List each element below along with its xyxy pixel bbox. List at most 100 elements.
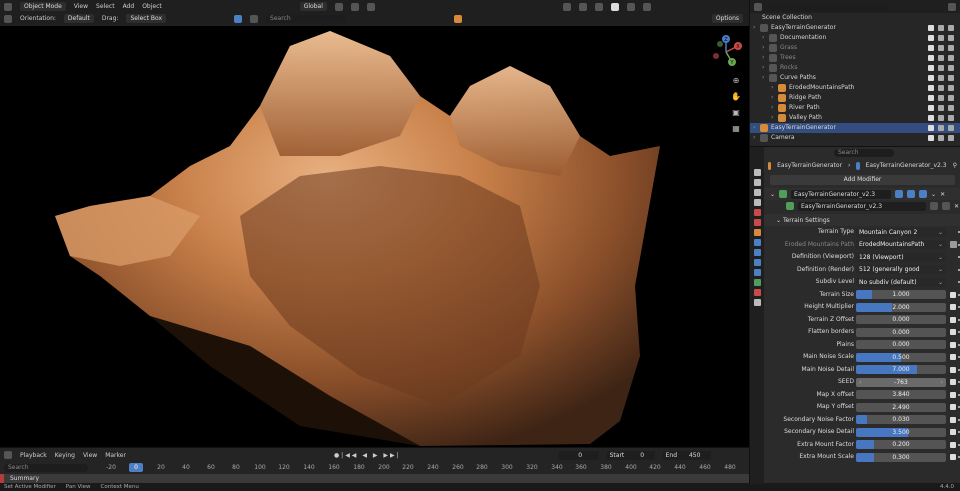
property-slider[interactable]: 1.000 [856,290,946,299]
camera-render-icon[interactable] [948,105,954,111]
outliner-row[interactable]: › Rocks [750,63,960,73]
camera-view-icon[interactable]: ▣ [731,108,741,118]
shading-solid-icon[interactable] [610,2,619,11]
property-dropdown[interactable]: ErodedMountainsPath ⌄ [856,240,946,249]
checkbox-icon[interactable] [928,125,934,131]
checkbox-icon[interactable] [928,35,934,41]
duplicate-icon[interactable] [942,202,950,210]
disclosure-chevron-icon[interactable]: › [753,133,755,143]
gizmo-toggle-icon[interactable] [578,2,587,11]
outliner-row[interactable]: › EasyTerrainGenerator [750,23,960,33]
start-frame-field[interactable]: Start 0 [606,450,655,460]
data-tab-icon[interactable] [753,279,761,286]
3d-viewport[interactable]: X Y Z ⊕ ✋ ▣ ▦ [0,26,749,447]
disclosure-chevron-icon[interactable]: › [771,103,773,113]
menu-object[interactable]: Object [142,3,162,10]
viewport-toggle-icon[interactable] [907,190,916,198]
eye-icon[interactable] [938,65,944,71]
particles-tab-icon[interactable] [753,249,761,256]
fake-user-shield-icon[interactable] [930,202,938,210]
checkbox-icon[interactable] [928,75,934,81]
eye-icon[interactable] [938,95,944,101]
dopesheet-summary[interactable]: Summary [0,474,749,483]
grid-view-icon[interactable]: ▦ [731,124,741,134]
constraints-tab-icon[interactable] [753,269,761,276]
camera-render-icon[interactable] [948,125,954,131]
property-slider[interactable]: 3.500 [856,427,946,437]
warning-icon[interactable] [454,14,463,23]
filter-icon[interactable] [948,2,956,11]
transform-orientation-dropdown[interactable]: Global [299,2,327,11]
shading-rendered-icon[interactable] [642,2,651,11]
property-slider[interactable]: 0.030 [856,415,946,424]
eye-icon[interactable] [938,115,944,121]
edit-mode-toggle-icon[interactable] [895,190,904,198]
camera-render-icon[interactable] [948,115,954,121]
outliner-row[interactable]: › Grass [750,43,960,53]
camera-render-icon[interactable] [948,25,954,31]
transform-icon[interactable] [4,14,12,23]
timeline-search-input[interactable]: Search [4,464,88,472]
property-slider[interactable]: 0.500 [856,352,946,362]
modifier-name-field[interactable]: EasyTerrainGenerator_v2.3 [791,189,892,199]
playhead-frame[interactable]: 0 [129,463,143,472]
property-slider[interactable]: 7.000 [856,365,946,374]
increment-icon[interactable]: › [941,378,943,387]
disclosure-chevron-icon[interactable]: › [762,53,764,63]
checkbox-icon[interactable] [928,65,934,71]
node-socket-icon[interactable] [950,291,956,298]
eye-icon[interactable] [938,105,944,111]
camera-render-icon[interactable] [948,75,954,81]
outliner-row[interactable]: › River Path [750,103,960,113]
view-layer-tab-icon[interactable] [753,199,761,206]
playback-controls[interactable]: ●|◀◀ ◀ ▶ ▶▶| [334,452,401,459]
world-tab-icon[interactable] [753,219,761,226]
timeline-ruler[interactable]: Search -20 20 40 60 80 100 120 140 160 1… [0,462,749,474]
camera-render-icon[interactable] [948,85,954,91]
drag-dropdown[interactable]: Select Box [126,14,167,23]
menu-marker[interactable]: Marker [105,452,126,459]
camera-render-icon[interactable] [948,135,954,141]
node-socket-icon[interactable] [950,391,956,398]
snap-icon[interactable] [350,2,359,11]
checkbox-icon[interactable] [928,45,934,51]
shading-material-icon[interactable] [626,2,635,11]
disclosure-chevron-icon[interactable]: › [762,33,764,43]
property-slider[interactable]: 0.000 [856,340,946,349]
camera-render-icon[interactable] [948,45,954,51]
menu-playback[interactable]: Playback [20,452,47,459]
timeline-editor-icon[interactable] [4,451,12,459]
outliner-search-input[interactable] [768,2,888,11]
eye-icon[interactable] [938,135,944,141]
properties-search-input[interactable]: Search [834,149,894,157]
property-slider[interactable]: 0.300 [856,452,946,462]
node-socket-icon[interactable] [950,354,956,360]
outliner-row[interactable]: › Ridge Path [750,93,960,103]
outliner-row[interactable]: › EasyTerrainGenerator [750,123,960,133]
end-frame-field[interactable]: End 450 [662,450,711,460]
visibility-icon[interactable] [562,2,571,11]
eye-icon[interactable] [938,45,944,51]
outliner-row[interactable]: › Documentation [750,33,960,43]
checkbox-icon[interactable] [928,25,934,31]
checkbox-icon[interactable] [928,85,934,91]
property-dropdown[interactable]: No subdiv (default) ⌄ [856,277,946,287]
disclosure-chevron-icon[interactable]: › [753,123,755,133]
node-socket-icon[interactable] [950,316,956,323]
output-tab-icon[interactable] [753,189,761,196]
camera-render-icon[interactable] [948,55,954,61]
seed-field[interactable]: ‹ -763 › [856,377,946,387]
property-dropdown[interactable]: 128 (Viewport) ⌄ [856,252,946,262]
tool-tab-icon[interactable] [753,169,761,176]
node-socket-icon[interactable] [950,366,956,373]
camera-render-icon[interactable] [948,35,954,41]
outliner-editor-icon[interactable] [754,2,762,11]
editor-type-icon[interactable] [4,2,12,11]
box-select-icon[interactable] [250,14,259,23]
disclosure-chevron-icon[interactable]: › [762,73,764,83]
property-slider[interactable]: 3.840 [856,390,946,399]
select-tool-icon[interactable] [234,14,243,23]
menu-timeline-view[interactable]: View [83,452,97,459]
current-frame-field[interactable]: 0 [558,450,599,460]
property-slider[interactable]: 2.000 [856,302,946,312]
